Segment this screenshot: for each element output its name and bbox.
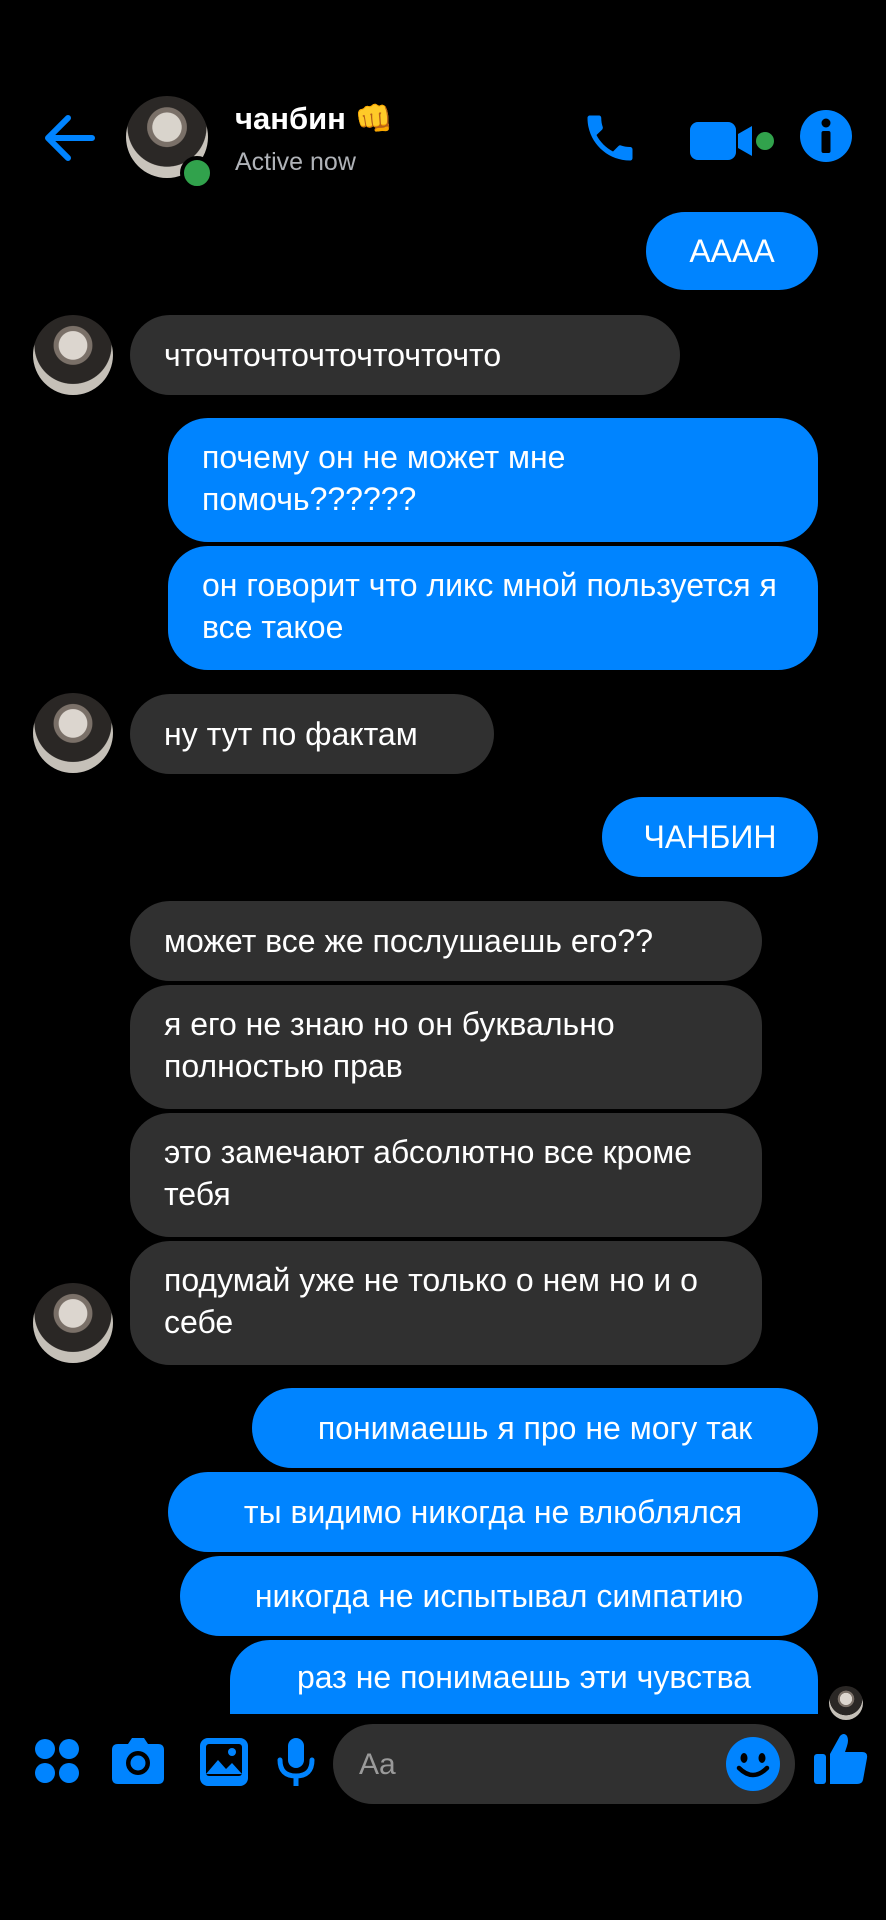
- apps-icon: [35, 1739, 79, 1783]
- message-text: подумай уже не только о нем но и о себе: [164, 1262, 698, 1340]
- message-bubble-received[interactable]: я его не знаю но он буквально полностью …: [130, 985, 762, 1109]
- info-icon: [800, 110, 852, 162]
- message-bubble-sent[interactable]: ЧАНБИН: [602, 797, 818, 877]
- message-bubble-received[interactable]: ну тут по фактам: [130, 694, 494, 774]
- gallery-button[interactable]: [194, 1732, 254, 1792]
- message-text: ты видимо никогда не влюблялся: [243, 1494, 743, 1530]
- message-text: это замечают абсолютно все кроме тебя: [164, 1134, 693, 1212]
- thumbs-up-icon: [814, 1734, 868, 1784]
- message-bubble-sent[interactable]: АААА: [646, 212, 818, 290]
- phone-icon: [587, 115, 633, 161]
- back-button[interactable]: [40, 110, 104, 170]
- read-receipt-avatar: [829, 1686, 863, 1720]
- video-call-button[interactable]: [688, 116, 784, 166]
- message-text: я его не знаю но он буквально полностью …: [164, 1006, 615, 1084]
- contact-avatar-small[interactable]: [33, 693, 113, 773]
- contact-name-text: чанбин: [235, 101, 346, 136]
- gallery-icon: [200, 1738, 248, 1786]
- voice-message-button[interactable]: [268, 1732, 328, 1792]
- microphone-icon: [277, 1738, 315, 1786]
- back-arrow-icon: [45, 115, 95, 161]
- contact-name[interactable]: чанбин 👊: [235, 100, 393, 137]
- message-bubble-sent[interactable]: раз не понимаешь эти чувства: [230, 1640, 818, 1714]
- voice-call-button[interactable]: [580, 108, 642, 170]
- message-bubble-sent[interactable]: никогда не испытывал симпатию: [180, 1556, 818, 1636]
- message-bubble-sent[interactable]: ты видимо никогда не влюблялся: [168, 1472, 818, 1552]
- message-text: может все же послушаешь его??: [164, 923, 653, 959]
- apps-button[interactable]: [28, 1732, 88, 1792]
- message-bubble-sent[interactable]: почему он не может мне помочь??????: [168, 418, 818, 542]
- message-text: он говорит что ликс мной пользуется я вс…: [202, 567, 777, 645]
- video-camera-icon: [690, 122, 774, 160]
- message-text: ЧАНБИН: [643, 819, 777, 855]
- message-bubble-received[interactable]: это замечают абсолютно все кроме тебя: [130, 1113, 762, 1237]
- message-text: ну тут по фактам: [164, 716, 418, 752]
- message-text: почему он не может мне помочь??????: [202, 439, 566, 517]
- active-status: Active now: [235, 148, 356, 176]
- like-button[interactable]: [810, 1728, 874, 1792]
- message-bubble-received[interactable]: чточточточточточточто: [130, 315, 680, 395]
- fist-emoji: 👊: [354, 101, 394, 136]
- message-bubble-received[interactable]: подумай уже не только о нем но и о себе: [130, 1241, 762, 1365]
- message-bubble-received[interactable]: может все же послушаешь его??: [130, 901, 762, 981]
- info-button[interactable]: [798, 108, 860, 170]
- emoji-icon[interactable]: [723, 1734, 783, 1794]
- message-text: чточточточточточточто: [164, 337, 502, 373]
- camera-icon: [112, 1738, 164, 1784]
- message-bubble-sent[interactable]: понимаешь я про не могу так: [252, 1388, 818, 1468]
- online-status-dot: [180, 156, 214, 190]
- message-composer[interactable]: [333, 1724, 795, 1806]
- message-text: раз не понимаешь эти чувства: [296, 1659, 752, 1695]
- message-text: понимаешь я про не могу так: [317, 1410, 753, 1446]
- contact-avatar-small[interactable]: [33, 315, 113, 395]
- contact-avatar-small[interactable]: [33, 1283, 113, 1363]
- message-text: никогда не испытывал симпатию: [254, 1578, 744, 1614]
- message-bubble-sent[interactable]: он говорит что ликс мной пользуется я вс…: [168, 546, 818, 670]
- message-text: АААА: [689, 233, 775, 269]
- message-input[interactable]: [357, 1724, 701, 1806]
- camera-button[interactable]: [108, 1732, 168, 1792]
